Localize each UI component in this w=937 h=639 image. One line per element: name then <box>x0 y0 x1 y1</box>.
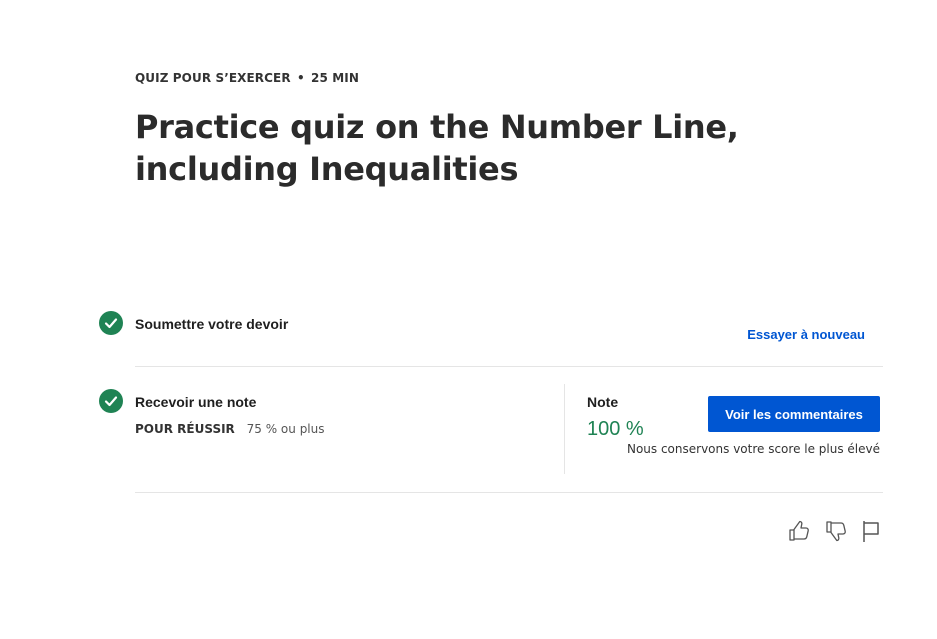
item-type-header: QUIZ POUR S’EXERCER • 25 MIN <box>135 71 359 85</box>
pass-value: 75 % ou plus <box>246 422 325 436</box>
grade-value: 100 % <box>587 418 644 440</box>
step-submit-label: Soumettre votre devoir <box>135 316 289 332</box>
check-circle-icon <box>99 311 123 335</box>
item-duration: 25 MIN <box>311 71 359 85</box>
item-type: QUIZ POUR S’EXERCER <box>135 71 291 85</box>
retry-button[interactable]: Essayer à nouveau <box>747 327 865 342</box>
thumbs-down-icon[interactable] <box>823 518 849 544</box>
view-feedback-button[interactable]: Voir les commentaires <box>708 396 880 432</box>
pass-requirement: POUR RÉUSSIR 75 % ou plus <box>135 422 325 436</box>
highest-score-note: Nous conservons votre score le plus élev… <box>626 442 880 456</box>
eyebrow-separator: • <box>296 71 305 85</box>
vertical-divider <box>564 384 565 474</box>
pass-label: POUR RÉUSSIR <box>135 422 235 436</box>
section-divider <box>135 366 883 367</box>
section-divider <box>135 492 883 493</box>
check-circle-icon <box>99 389 123 413</box>
page-title: Practice quiz on the Number Line, includ… <box>135 108 739 188</box>
grade-label: Note <box>587 394 619 410</box>
step-grade-label: Recevoir une note <box>135 394 257 410</box>
flag-icon[interactable] <box>858 518 884 544</box>
thumbs-up-icon[interactable] <box>786 518 812 544</box>
